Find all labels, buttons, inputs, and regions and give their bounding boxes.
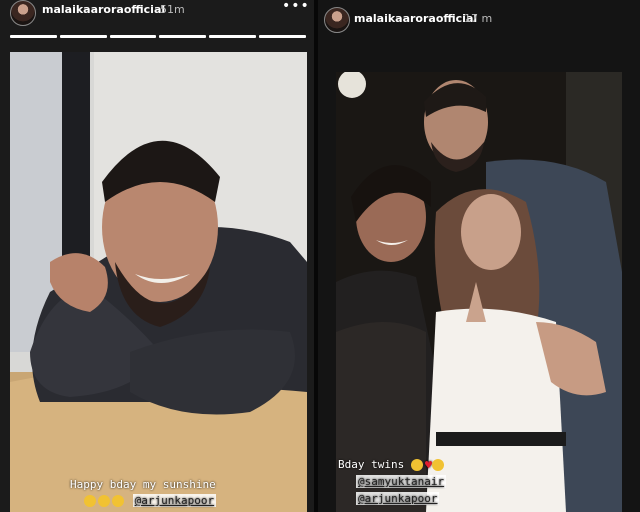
- photo-illustration: [10, 52, 307, 512]
- story-progress-bar: [10, 35, 306, 38]
- hugging-face-icon: [112, 495, 124, 507]
- hugging-face-icon: [432, 459, 445, 471]
- story-time: 51m: [160, 3, 185, 16]
- progress-segment: [109, 35, 157, 38]
- red-heart-icon: ♥: [424, 458, 433, 472]
- caption-line2: @samyuktanair: [356, 475, 447, 488]
- more-horizontal-icon[interactable]: •••: [282, 0, 310, 14]
- mention-tag[interactable]: @arjunkapoor: [132, 494, 217, 507]
- caption-line2: @arjunkapoor: [84, 494, 217, 507]
- hugging-face-icon: [84, 495, 96, 507]
- left-story-panel[interactable]: malaikaaroraofficial 51m ••• Happy bday …: [0, 0, 314, 512]
- username[interactable]: malaikaaroraofficial: [354, 12, 477, 25]
- profile-avatar[interactable]: [10, 0, 36, 26]
- story-time: 17 m: [464, 12, 493, 25]
- progress-segment: [159, 35, 207, 38]
- mention-tag[interactable]: @samyuktanair: [356, 475, 447, 488]
- caption-line3: @arjunkapoor: [356, 492, 440, 505]
- caption-text: Happy bday my sunshine: [70, 478, 216, 491]
- photo-illustration: [336, 72, 622, 512]
- mention-tag[interactable]: @arjunkapoor: [356, 492, 440, 505]
- username[interactable]: malaikaaroraofficial: [42, 3, 165, 16]
- story-photo: Bday twins ♥ @samyuktanair @arjunkapoor: [336, 72, 622, 512]
- progress-segment: [10, 35, 57, 38]
- progress-segment: [209, 35, 257, 38]
- caption-line1: Bday twins ♥: [338, 458, 446, 472]
- progress-segment: [59, 35, 107, 38]
- hugging-face-icon: [410, 459, 423, 471]
- right-story-panel[interactable]: malaikaaroraofficial 17 m Bday twins ♥ @…: [318, 0, 640, 512]
- caption-text: Bday twins: [338, 458, 405, 471]
- hugging-face-icon: [98, 495, 110, 507]
- progress-segment: [259, 35, 306, 38]
- story-photo: Happy bday my sunshine @arjunkapoor: [10, 52, 307, 512]
- profile-avatar[interactable]: [324, 7, 350, 33]
